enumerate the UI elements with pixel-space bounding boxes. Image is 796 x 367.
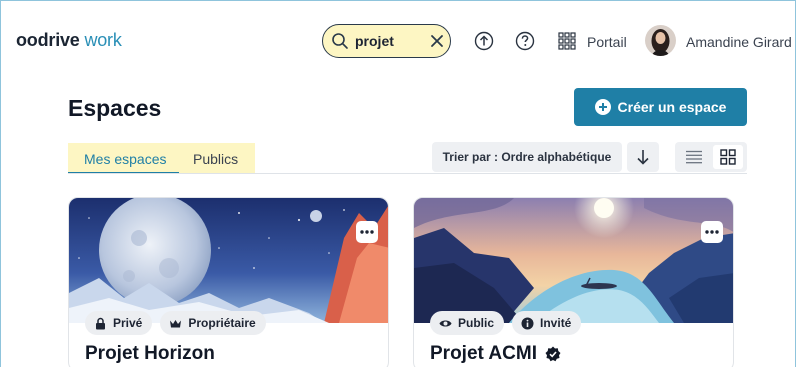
badge-label: Propriétaire <box>188 316 256 330</box>
card-badges: Public Invité <box>430 311 582 335</box>
lock-icon <box>96 317 105 329</box>
list-view-icon <box>686 150 702 164</box>
space-title[interactable]: Projet ACMI <box>430 343 561 365</box>
space-cover-image <box>414 198 733 323</box>
upload-icon[interactable] <box>474 31 494 51</box>
create-space-button[interactable]: Créer un espace <box>574 88 747 126</box>
user-name[interactable]: Amandine Girard <box>686 34 792 50</box>
space-title-text: Projet ACMI <box>430 343 537 364</box>
logo-accent: work <box>84 30 122 50</box>
tab-my-spaces[interactable]: Mes espaces <box>84 151 166 167</box>
badge-label: Public <box>458 316 495 330</box>
sort-dropdown[interactable]: Trier par : Ordre alphabétique <box>432 142 622 172</box>
space-title-text: Projet Horizon <box>85 343 215 364</box>
grid-view-icon <box>720 149 736 165</box>
logo-main: oodrive <box>16 30 80 50</box>
card-badges: Privé Propriétaire <box>85 311 266 335</box>
info-icon <box>521 317 534 329</box>
more-options-icon <box>705 230 719 234</box>
portal-link[interactable]: Portail <box>587 34 627 50</box>
list-view-button[interactable] <box>679 145 709 169</box>
page-title: Espaces <box>68 95 162 121</box>
card-menu-button[interactable] <box>356 221 378 243</box>
space-cover-image <box>69 198 388 323</box>
role-badge: Propriétaire <box>160 311 266 335</box>
top-bar: oodrive work projet Portail Amandine Gir… <box>0 0 796 80</box>
create-space-label: Créer un espace <box>617 99 727 115</box>
space-card[interactable]: Public Invité Projet ACMI <box>413 197 734 367</box>
role-badge: Invité <box>512 311 582 335</box>
more-options-icon <box>360 230 374 234</box>
search-input[interactable]: projet <box>355 33 421 49</box>
eye-icon <box>439 320 452 326</box>
plus-circle-icon <box>594 99 611 115</box>
space-title[interactable]: Projet Horizon <box>85 343 215 365</box>
sort-direction-button[interactable] <box>627 142 659 172</box>
search-icon <box>332 33 348 49</box>
grid-view-button[interactable] <box>713 145 743 169</box>
arrow-down-icon <box>637 150 649 165</box>
sort-label: Trier par : Ordre alphabétique <box>442 150 612 164</box>
logo[interactable]: oodrive work <box>16 30 122 51</box>
view-toggle <box>675 142 747 172</box>
privacy-badge: Public <box>430 311 505 335</box>
crown-icon <box>170 319 182 327</box>
portal-grid-icon[interactable] <box>557 31 577 51</box>
space-tabs: Mes espaces Publics <box>68 143 255 174</box>
clear-search-icon[interactable] <box>429 33 445 49</box>
avatar[interactable] <box>645 25 676 56</box>
verified-badge-icon <box>545 346 561 362</box>
card-menu-button[interactable] <box>701 221 723 243</box>
tab-public[interactable]: Publics <box>193 151 238 167</box>
search-box[interactable]: projet <box>322 24 451 58</box>
badge-label: Invité <box>540 316 572 330</box>
privacy-badge: Privé <box>85 311 153 335</box>
tabs-divider <box>68 173 747 174</box>
help-icon[interactable] <box>515 31 535 51</box>
badge-label: Privé <box>113 316 143 330</box>
space-card[interactable]: Privé Propriétaire Projet Horizon <box>68 197 389 367</box>
